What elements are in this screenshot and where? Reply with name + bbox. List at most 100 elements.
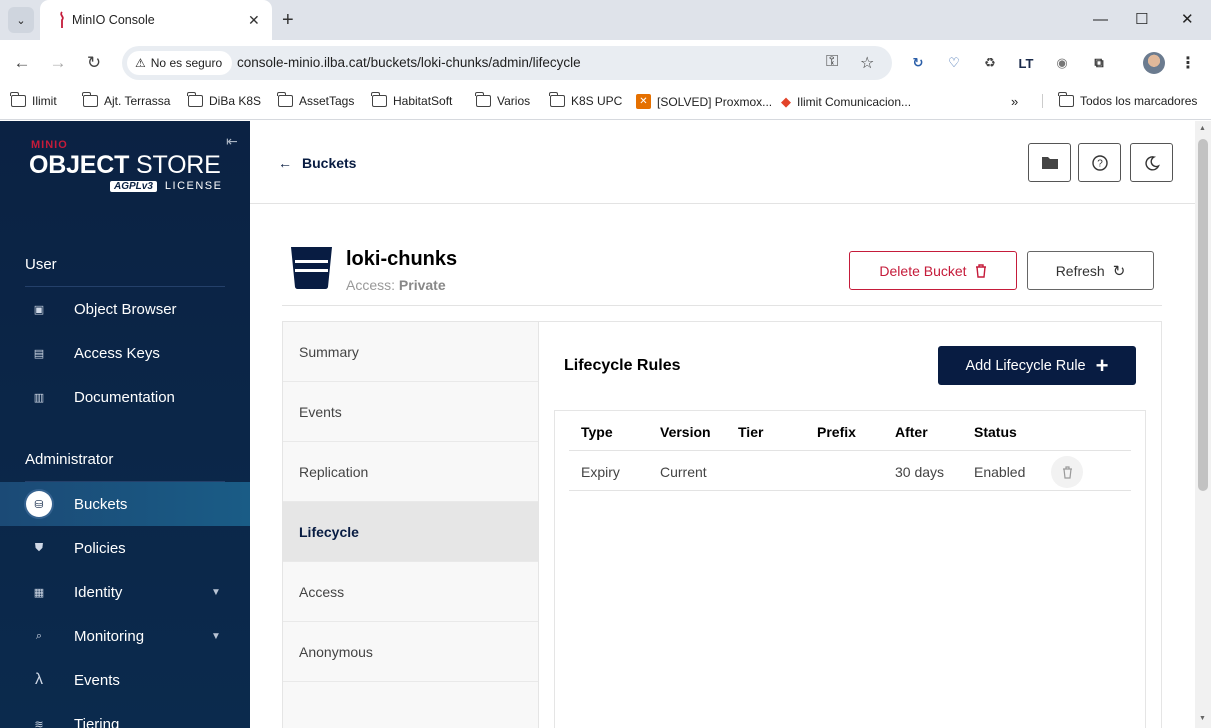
cell-version: Current — [660, 464, 707, 480]
warning-icon: ⚠ — [135, 56, 146, 70]
browser-tab[interactable]: MinIO Console ✕ — [40, 0, 272, 40]
shield-icon: ⛊ — [34, 541, 44, 554]
profile-avatar[interactable] — [1143, 52, 1165, 74]
bookmarks-overflow-icon[interactable]: » — [1011, 94, 1018, 109]
refresh-button[interactable]: Refresh ↻ — [1027, 251, 1154, 290]
folder-icon — [187, 92, 203, 107]
bookmark-folder[interactable]: Ajt. Terrassa — [82, 92, 170, 108]
minimize-button[interactable]: — — [1093, 9, 1108, 31]
bookmark-folder[interactable]: K8S UPC — [549, 92, 622, 108]
bucket-name: loki-chunks — [346, 248, 458, 270]
tab-close-icon[interactable]: ✕ — [248, 10, 260, 30]
tab-replication[interactable]: Replication — [283, 442, 538, 502]
extension-camera-icon[interactable]: ◉ — [1052, 53, 1072, 73]
cell-status: Enabled — [974, 464, 1026, 480]
collapse-sidebar-icon[interactable]: ⇤ — [226, 133, 238, 150]
forward-arrow-icon[interactable]: → — [47, 52, 69, 74]
bucket-settings-panel: Summary Events Replication Lifecycle Acc… — [282, 321, 1162, 728]
bucket-access: Access: Private — [346, 277, 446, 293]
sidebar-item-documentation[interactable]: ▥ Documentation — [0, 375, 250, 419]
help-button[interactable]: ? — [1078, 143, 1121, 182]
delete-rule-button[interactable] — [1051, 456, 1083, 488]
extension-heart-icon[interactable]: ♡ — [944, 53, 964, 73]
url-text[interactable]: console-minio.ilba.cat/buckets/loki-chun… — [237, 55, 581, 70]
browser-menu-icon[interactable]: ⋮ — [1178, 53, 1198, 73]
back-to-buckets-link[interactable]: ← Buckets — [278, 155, 356, 171]
gitlab-favicon-icon: ◆ — [781, 94, 791, 109]
tab-lifecycle[interactable]: Lifecycle — [283, 502, 538, 562]
scroll-down-icon[interactable]: ▼ — [1199, 715, 1206, 722]
moon-icon — [1144, 155, 1160, 170]
tab-events[interactable]: Events — [283, 382, 538, 442]
sidebar-item-buckets[interactable]: ⛁ Buckets — [0, 482, 250, 526]
extension-lt-icon[interactable]: LT — [1016, 53, 1036, 73]
lifecycle-rules-table: Type Version Tier Prefix After Status Ex… — [554, 410, 1146, 728]
tiering-layers-icon: ≋ — [34, 718, 44, 728]
extensions-puzzle-icon[interactable]: ⧉ — [1089, 53, 1109, 73]
logo-minio-text: MINIO — [31, 139, 68, 151]
scrollbar-thumb[interactable] — [1198, 139, 1208, 491]
logo-license: AGPLv3 LICENSE — [110, 180, 222, 192]
folder-icon — [277, 92, 293, 107]
sidebar-item-events[interactable]: λ Events — [0, 658, 250, 702]
tab-access[interactable]: Access — [283, 562, 538, 622]
bookmark-folder[interactable]: AssetTags — [277, 92, 354, 108]
main-content: ← Buckets ? loki-chunks Access: Private … — [250, 121, 1195, 728]
sidebar-item-identity[interactable]: ▦ Identity ▼ — [0, 570, 250, 614]
bookmark-folder[interactable]: HabitatSoft — [371, 92, 452, 108]
column-header-prefix: Prefix — [817, 424, 856, 440]
dark-mode-toggle[interactable] — [1130, 143, 1173, 182]
reload-icon[interactable]: ↻ — [83, 52, 105, 74]
tab-search-button[interactable]: ⌄ — [8, 7, 34, 33]
bookmark-link[interactable]: ◆ Ilimit Comunicacion... — [781, 94, 911, 110]
minio-favicon-icon — [60, 11, 64, 28]
password-key-icon[interactable]: ⚿ — [826, 53, 838, 71]
sidebar-item-policies[interactable]: ⛊ Policies — [0, 526, 250, 570]
maximize-button[interactable]: ☐ — [1135, 9, 1148, 31]
bucket-icon — [291, 247, 332, 289]
object-browser-button[interactable] — [1028, 143, 1071, 182]
column-header-type: Type — [581, 424, 613, 440]
trash-icon — [1062, 465, 1072, 479]
bookmark-folder[interactable]: Varios — [475, 92, 530, 108]
scroll-up-icon[interactable]: ▲ — [1199, 125, 1206, 132]
delete-bucket-button[interactable]: Delete Bucket — [849, 251, 1017, 290]
add-lifecycle-rule-button[interactable]: Add Lifecycle Rule + — [938, 346, 1136, 385]
column-header-status: Status — [974, 424, 1017, 440]
tab-title: MinIO Console — [72, 13, 155, 27]
folder-icon — [1041, 157, 1058, 169]
sidebar-item-object-browser[interactable]: ▣ Object Browser — [0, 287, 250, 331]
sidebar-item-access-keys[interactable]: ▤ Access Keys — [0, 331, 250, 375]
folder-icon — [475, 92, 491, 107]
extension-recycle-icon[interactable]: ♻ — [980, 53, 1000, 73]
access-keys-icon: ▤ — [33, 347, 45, 360]
folder-icon — [1058, 92, 1074, 107]
bookmarks-bar: Ilimit Ajt. Terrassa DiBa K8S AssetTags … — [0, 86, 1211, 120]
bookmark-folder[interactable]: DiBa K8S — [187, 92, 261, 108]
sidebar-item-monitoring[interactable]: ⌕ Monitoring ▼ — [0, 614, 250, 658]
folder-icon — [371, 92, 387, 107]
monitoring-search-icon: ⌕ — [35, 629, 43, 642]
tab-summary[interactable]: Summary — [283, 322, 538, 382]
svg-text:?: ? — [1097, 158, 1103, 169]
address-bar[interactable]: ⚠ No es seguro console-minio.ilba.cat/bu… — [122, 46, 892, 80]
sidebar-item-tiering[interactable]: ≋ Tiering — [0, 702, 250, 728]
page-scrollbar[interactable]: ▲ ▼ — [1195, 121, 1211, 728]
trash-icon — [975, 263, 986, 278]
bookmark-star-icon[interactable]: ☆ — [860, 53, 874, 73]
bookmark-folder[interactable]: Ilimit — [10, 92, 57, 108]
all-bookmarks-folder[interactable]: Todos los marcadores — [1042, 92, 1197, 108]
new-tab-button[interactable]: + — [282, 8, 294, 32]
lambda-icon: λ — [35, 671, 43, 688]
help-circle-icon: ? — [1091, 154, 1108, 171]
extension-refresh-icon[interactable]: ↻ — [908, 53, 928, 73]
chevron-down-icon[interactable]: ▼ — [211, 587, 221, 598]
tab-anonymous[interactable]: Anonymous — [283, 622, 538, 682]
security-chip[interactable]: ⚠ No es seguro — [127, 51, 233, 75]
cell-after: 30 days — [895, 464, 945, 480]
chevron-down-icon[interactable]: ▼ — [211, 631, 221, 642]
bookmark-link[interactable]: ✕ [SOLVED] Proxmox... — [636, 94, 772, 109]
window-close-button[interactable]: ✕ — [1181, 9, 1194, 31]
folder-icon — [82, 92, 98, 107]
back-arrow-icon[interactable]: ← — [11, 52, 33, 74]
